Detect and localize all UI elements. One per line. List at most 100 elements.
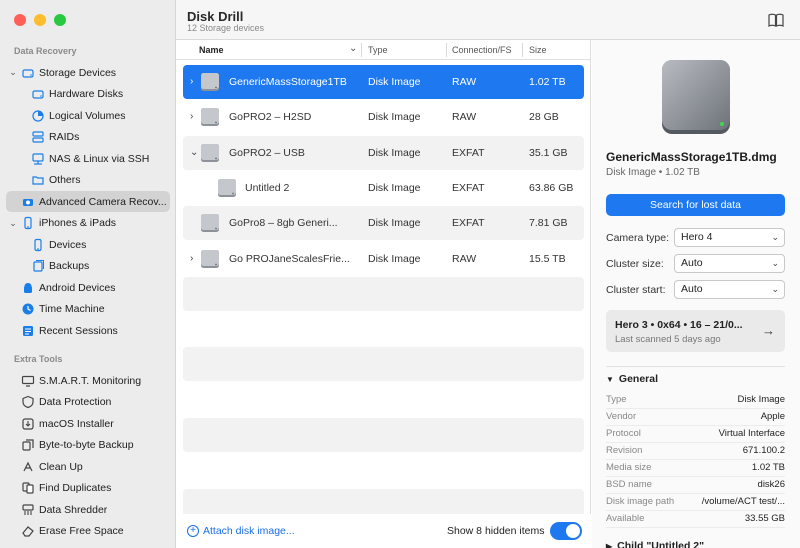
table-row[interactable]: ⌄ GoPRO2 – USB Disk Image EXFAT 35.1 GB [183, 135, 584, 170]
cluster-start-select[interactable]: Auto ⌄ [674, 280, 785, 299]
zoom-window-button[interactable] [54, 14, 66, 26]
hard-drive-icon [21, 66, 35, 80]
column-name[interactable]: Name [199, 45, 224, 55]
general-value: Apple [760, 411, 785, 422]
row-name: Go PROJaneScalesFrie... [229, 252, 350, 265]
list-icon [21, 324, 35, 338]
minimize-window-button[interactable] [34, 14, 46, 26]
general-key: Media size [606, 462, 652, 473]
table-footer: + Attach disk image... Show 8 hidden ite… [176, 514, 591, 548]
sidebar-item-label: Clean Up [39, 460, 83, 473]
sidebar-item-label: Android Devices [39, 281, 116, 294]
sidebar-item-clean-up[interactable]: Clean Up [6, 456, 170, 477]
search-for-lost-data-button[interactable]: Search for lost data [606, 194, 785, 216]
disk-image-icon [199, 106, 221, 128]
table-row[interactable]: Untitled 2 Disk Image EXFAT 63.86 GB [183, 171, 584, 205]
chevron-right-icon[interactable]: › [190, 76, 193, 87]
table-row[interactable]: GoPro8 – 8gb Generi... Disk Image EXFAT 7.8… [183, 206, 584, 241]
sidebar-item-recent-sessions[interactable]: Recent Sessions [6, 320, 170, 341]
cluster-size-value: Auto [681, 257, 703, 269]
chevron-down-icon[interactable]: ⌄ [8, 218, 18, 229]
sidebar-item-iphones-ipads[interactable]: ⌄ iPhones & iPads [6, 213, 170, 234]
row-type: Disk Image [368, 76, 421, 88]
sidebar-item-storage-devices[interactable]: ⌄ Storage Devices [6, 62, 170, 83]
general-row: Vendor Apple [606, 409, 785, 426]
sidebar-item-s-m-a-r-t-monitoring[interactable]: S.M.A.R.T. Monitoring [6, 370, 170, 391]
session-last-scanned: Last scanned 5 days ago [615, 334, 721, 345]
row-name: GoPRO2 – H2SD [229, 111, 312, 124]
camera-type-label: Camera type: [606, 232, 670, 244]
toolbar: Disk Drill 12 Storage devices [176, 0, 800, 40]
sidebar-item-erase-free-space[interactable]: Erase Free Space [6, 521, 170, 542]
phone-icon [21, 216, 35, 230]
general-key: Revision [606, 445, 643, 456]
sidebar-item-data-shredder[interactable]: Data Shredder [6, 499, 170, 520]
sidebar-item-macos-installer[interactable]: macOS Installer [6, 413, 170, 434]
sidebar-item-label: Find Duplicates [39, 482, 112, 494]
session-title: Hero 3 • 0x64 • 16 – 21/0... [615, 319, 743, 331]
general-row: Available 33.55 GB [606, 511, 785, 528]
sidebar-item-label: Data Protection [39, 396, 112, 408]
general-value: disk26 [757, 479, 785, 490]
chevron-right-icon[interactable]: › [190, 111, 193, 122]
sidebar-item-backups[interactable]: Backups [6, 256, 170, 277]
column-size[interactable]: Size [529, 45, 547, 55]
chevron-down-icon[interactable]: ⌄ [349, 43, 357, 54]
row-size: 15.5 TB [529, 252, 566, 265]
sidebar-item-label: Storage Devices [39, 66, 117, 79]
app-title: Disk Drill [187, 9, 244, 24]
sidebar-item-find-duplicates[interactable]: Find Duplicates [6, 478, 170, 499]
general-key: Disk image path [606, 496, 675, 507]
sidebar-item-time-machine[interactable]: Time Machine [6, 299, 170, 320]
sidebar-item-devices[interactable]: Devices [6, 234, 170, 255]
general-value: 671.100.2 [742, 445, 785, 456]
sidebar-item-label: macOS Installer [39, 417, 114, 430]
eraser-icon [21, 524, 35, 538]
device-table: Name ⌄ Type Connection/FS Size › GenericM… [176, 40, 591, 523]
chevron-right-icon[interactable]: › [190, 253, 193, 264]
general-row: Revision 671.100.2 [606, 443, 785, 460]
sidebar-item-nas-linux-via-ssh[interactable]: NAS & Linux via SSH [6, 148, 170, 169]
sidebar-item-data-protection[interactable]: Data Protection [6, 392, 170, 413]
monitor-icon [21, 374, 35, 388]
column-connection-fs[interactable]: Connection/FS [452, 45, 512, 55]
sidebar-item-raids[interactable]: RAIDs [6, 127, 170, 148]
column-type[interactable]: Type [368, 45, 388, 55]
book-icon[interactable] [768, 13, 784, 27]
general-row: Media size 1.02 TB [606, 460, 785, 477]
general-value: Virtual Interface [718, 428, 785, 439]
empty-row [183, 418, 584, 452]
sidebar-item-logical-volumes[interactable]: Logical Volumes [6, 105, 170, 126]
attach-disk-image-link[interactable]: + Attach disk image... [187, 525, 295, 537]
general-value: 1.02 TB [751, 462, 785, 473]
child-section-header[interactable]: ▶ Child "Untitled 2" [606, 540, 704, 548]
backup-icon [31, 259, 45, 273]
cluster-start-label: Cluster start: [606, 284, 666, 296]
sidebar-item-android-devices[interactable]: Android Devices [6, 277, 170, 298]
row-type: Disk Image [368, 146, 421, 159]
previous-session-card[interactable]: Hero 3 • 0x64 • 16 – 21/0... Last scanne… [606, 310, 785, 352]
disk-image-icon [199, 71, 221, 93]
general-section-header[interactable]: ▼ General [606, 373, 658, 385]
row-type: Disk Image [368, 217, 421, 230]
general-row: Type Disk Image [606, 392, 785, 409]
chevron-down-icon[interactable]: ⌄ [8, 67, 18, 78]
chevron-down-icon[interactable]: ⌄ [190, 147, 198, 158]
hard-drive-icon [31, 87, 45, 101]
camera-icon [21, 195, 35, 209]
sidebar-item-others[interactable]: Others [6, 170, 170, 191]
sidebar-item-advanced-camera-recov[interactable]: Advanced Camera Recov... [6, 191, 170, 212]
show-hidden-toggle[interactable] [550, 522, 582, 540]
table-row[interactable]: › Go PROJaneScalesFrie... Disk Image RAW 15.… [183, 242, 584, 276]
disk-image-icon [199, 212, 221, 234]
table-row[interactable]: › GoPRO2 – H2SD Disk Image RAW 28 GB [183, 100, 584, 134]
general-row: Disk image path/volume/ACT test/... [606, 494, 785, 511]
cleanup-icon [21, 460, 35, 474]
sidebar-item-hardware-disks[interactable]: Hardware Disks [6, 84, 170, 105]
general-key: Vendor [606, 411, 637, 422]
sidebar-item-byte-to-byte-backup[interactable]: Byte-to-byte Backup [6, 435, 170, 456]
close-window-button[interactable] [14, 14, 26, 26]
cluster-size-select[interactable]: Auto ⌄ [674, 254, 785, 273]
camera-type-select[interactable]: Hero 4 ⌄ [674, 228, 785, 247]
table-row[interactable]: › GenericMassStorage1TB Disk Image RAW 1.02 … [183, 65, 584, 99]
